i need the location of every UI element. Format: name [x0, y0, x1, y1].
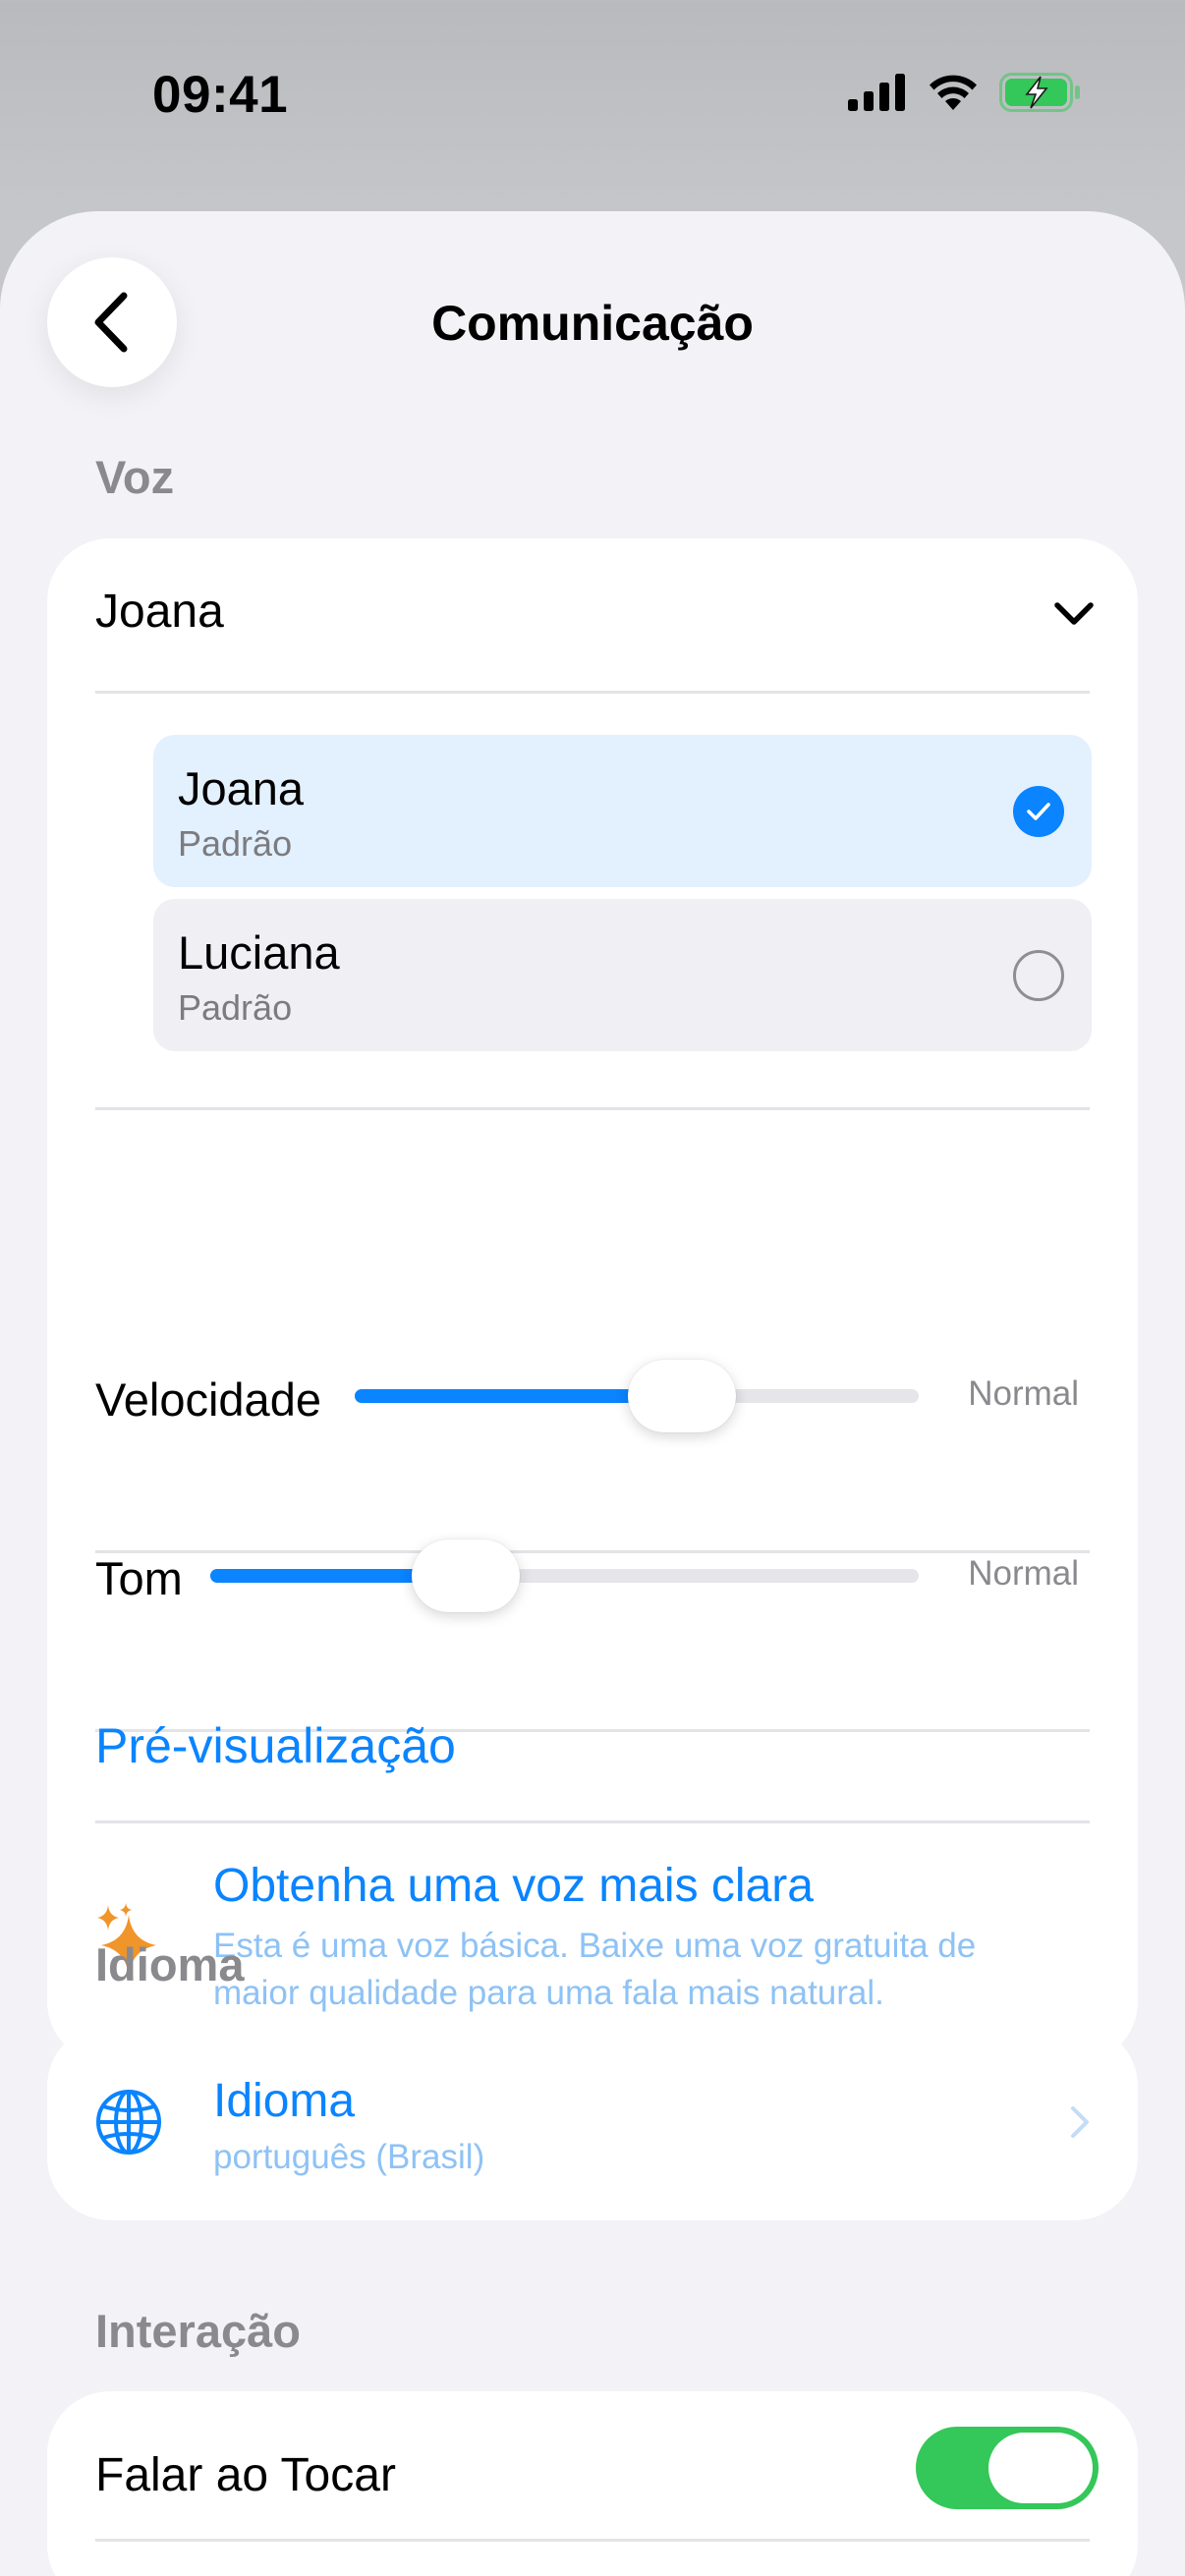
- get-clearer-voice-description-line1: Esta é uma voz básica. Baixe uma voz gra…: [213, 1927, 977, 1965]
- section-header-interaction: Interação: [95, 2305, 301, 2357]
- radio-empty-icon: [1013, 950, 1064, 1001]
- speed-slider-thumb[interactable]: [627, 1360, 736, 1432]
- voice-option-name: Joana: [178, 762, 305, 814]
- status-time: 09:41: [152, 66, 289, 124]
- chevron-right-icon: [1071, 2106, 1089, 2138]
- status-icons: [848, 73, 1082, 117]
- cellular-signal-icon: [848, 74, 907, 116]
- divider: [95, 1107, 1090, 1110]
- globe-icon: [96, 2090, 161, 2155]
- preview-link[interactable]: Pré-visualização: [95, 1717, 456, 1774]
- speak-on-touch-label: Falar ao Tocar: [95, 2449, 396, 2501]
- speak-on-touch-toggle[interactable]: [916, 2427, 1099, 2509]
- divider: [95, 691, 1090, 694]
- section-header-language: Idioma: [95, 1938, 245, 1990]
- voice-option-joana[interactable]: Joana Padrão: [153, 735, 1092, 887]
- pitch-value: Normal: [968, 1554, 1079, 1593]
- voice-picker-value: Joana: [95, 586, 224, 638]
- voice-option-luciana[interactable]: Luciana Padrão: [153, 899, 1092, 1051]
- battery-charging-icon: [999, 73, 1082, 117]
- divider: [95, 2539, 1090, 2542]
- toggle-knob: [988, 2433, 1093, 2503]
- page-title: Comunicação: [431, 296, 754, 351]
- divider: [95, 1550, 1090, 1553]
- voice-option-name: Luciana: [178, 926, 340, 979]
- voice-card: Joana Joana Padrão Luciana Padrão Veloci…: [47, 538, 1138, 2064]
- interaction-card: Falar ao Tocar: [47, 2391, 1138, 2576]
- voice-option-subtitle: Padrão: [178, 987, 293, 1028]
- get-clearer-voice-description-line2: maior qualidade para uma fala mais natur…: [213, 1974, 884, 2012]
- language-card: Idioma português (Brasil): [47, 2024, 1138, 2220]
- voice-option-subtitle: Padrão: [178, 823, 293, 864]
- language-row-title: Idioma: [213, 2075, 356, 2127]
- speed-slider[interactable]: [355, 1360, 919, 1432]
- radio-checked-icon: [1013, 786, 1064, 837]
- voice-picker[interactable]: Joana: [47, 538, 1138, 691]
- pitch-label: Tom: [95, 1552, 183, 1604]
- section-header-voice: Voz: [95, 451, 175, 503]
- language-row[interactable]: Idioma português (Brasil): [47, 2024, 1138, 2220]
- speed-label: Velocidade: [95, 1373, 321, 1426]
- chevron-down-icon: [1054, 602, 1094, 625]
- pitch-slider-thumb[interactable]: [411, 1540, 520, 1612]
- speed-value: Normal: [968, 1374, 1079, 1413]
- get-clearer-voice-title: Obtenha uma voz mais clara: [213, 1860, 814, 1912]
- language-row-value: português (Brasil): [213, 2138, 485, 2176]
- pitch-slider[interactable]: [210, 1540, 919, 1612]
- communication-sheet: Comunicação Voz Joana Joana Padrão Lucia…: [0, 211, 1185, 2576]
- wifi-icon: [929, 74, 978, 116]
- status-bar: 09:41: [0, 0, 1185, 196]
